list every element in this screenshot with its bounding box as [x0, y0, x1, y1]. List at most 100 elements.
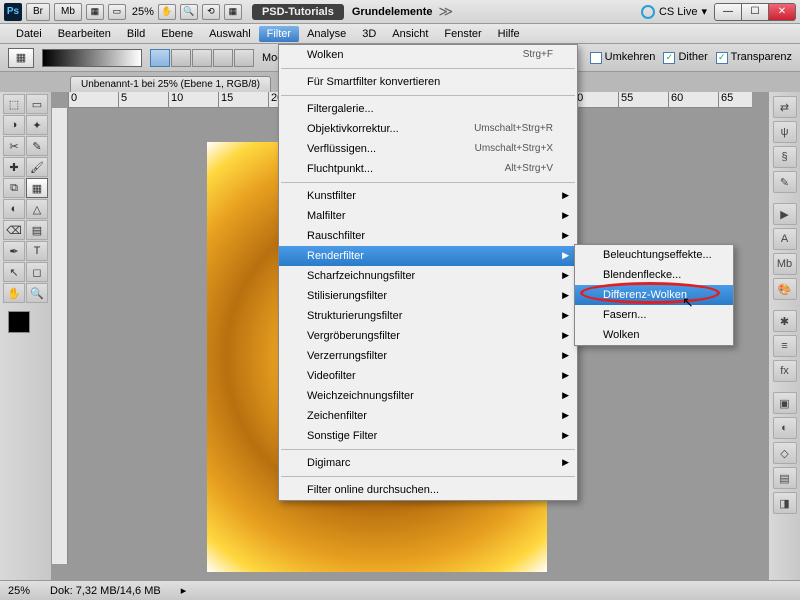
panel-icon-2[interactable]: §	[773, 146, 797, 168]
chevron-icon[interactable]: ≫	[439, 3, 454, 20]
gradient-reflected[interactable]	[213, 49, 233, 67]
menuitem-videofilter[interactable]: Videofilter▶	[279, 366, 577, 386]
menuitem-kunstfilter[interactable]: Kunstfilter▶	[279, 186, 577, 206]
tool-15[interactable]: T	[26, 241, 48, 261]
panel-icon-5[interactable]: A	[773, 228, 797, 250]
menuitem-scharfzeichnungsfilter[interactable]: Scharfzeichnungsfilter▶	[279, 266, 577, 286]
menuitem-weichzeichnungsfilter[interactable]: Weichzeichnungsfilter▶	[279, 386, 577, 406]
menuitem-objektivkorrektur[interactable]: Objektivkorrektur...Umschalt+Strg+R	[279, 119, 577, 139]
menuitem-frsmartfilterkonvertieren[interactable]: Für Smartfilter konvertieren	[279, 72, 577, 92]
zoom-icon[interactable]: 🔍	[180, 4, 198, 20]
tool-5[interactable]: ✎	[26, 136, 48, 156]
submenuitem-fasern[interactable]: Fasern...	[575, 305, 733, 325]
dither-checkbox[interactable]: ✓ Dither	[663, 51, 707, 63]
status-zoom[interactable]: 25%	[8, 585, 30, 597]
color-swatches[interactable]	[8, 311, 44, 347]
panel-icon-9[interactable]: ≡	[773, 335, 797, 357]
tool-12[interactable]: ⌫	[3, 220, 25, 240]
menu-filter[interactable]: Filter	[259, 26, 299, 42]
panel-icon-10[interactable]: fx	[773, 360, 797, 382]
cslive-button[interactable]: CS Live ▾	[641, 5, 707, 19]
menuitem-filteronlinedurchsuchen[interactable]: Filter online durchsuchen...	[279, 480, 577, 500]
tool-19[interactable]: 🔍	[26, 283, 48, 303]
screenmode-icon[interactable]: ▭	[108, 4, 126, 20]
document-tab[interactable]: Unbenannt-1 bei 25% (Ebene 1, RGB/8)	[70, 76, 271, 92]
menu-bearbeiten[interactable]: Bearbeiten	[50, 26, 119, 42]
menu-auswahl[interactable]: Auswahl	[201, 26, 259, 42]
menuitem-rauschfilter[interactable]: Rauschfilter▶	[279, 226, 577, 246]
panel-icon-14[interactable]: ▤	[773, 467, 797, 489]
minibridge-button[interactable]: Mb	[54, 3, 82, 21]
menuitem-filtergalerie[interactable]: Filtergalerie...	[279, 99, 577, 119]
panel-icon-3[interactable]: ✎	[773, 171, 797, 193]
panel-icon-6[interactable]: Mb	[773, 253, 797, 275]
submenuitem-differenzwolken[interactable]: Differenz-Wolken	[575, 285, 733, 305]
menuitem-strukturierungsfilter[interactable]: Strukturierungsfilter▶	[279, 306, 577, 326]
panel-icon-15[interactable]: ◨	[773, 492, 797, 514]
tool-14[interactable]: ✒	[3, 241, 25, 261]
panel-icon-13[interactable]: ◇	[773, 442, 797, 464]
gradient-angle[interactable]	[192, 49, 212, 67]
foreground-swatch[interactable]	[8, 311, 30, 333]
panel-icon-4[interactable]: ▶	[773, 203, 797, 225]
tool-13[interactable]: ▤	[26, 220, 48, 240]
panel-icon-7[interactable]: 🎨	[773, 278, 797, 300]
gradient-linear[interactable]	[150, 49, 170, 67]
hand-icon[interactable]: ✋	[158, 4, 176, 20]
bridge-button[interactable]: Br	[26, 3, 50, 21]
invert-checkbox[interactable]: Umkehren	[590, 51, 656, 63]
menuitem-malfilter[interactable]: Malfilter▶	[279, 206, 577, 226]
submenuitem-wolken[interactable]: Wolken	[575, 325, 733, 345]
tool-3[interactable]: ✦	[26, 115, 48, 135]
tool-9[interactable]: ▦	[26, 178, 48, 198]
menu-3d[interactable]: 3D	[354, 26, 384, 42]
tool-8[interactable]: ⧉	[3, 178, 25, 198]
gradient-preview[interactable]	[42, 49, 142, 67]
tool-17[interactable]: ◻	[26, 262, 48, 282]
tool-11[interactable]: △	[26, 199, 48, 219]
menuitem-wolken[interactable]: WolkenStrg+F	[279, 45, 577, 65]
rotate-icon[interactable]: ⟲	[202, 4, 220, 20]
menuitem-vergrberungsfilter[interactable]: Vergröberungsfilter▶	[279, 326, 577, 346]
menu-hilfe[interactable]: Hilfe	[490, 26, 528, 42]
tool-16[interactable]: ↖	[3, 262, 25, 282]
menuitem-stilisierungsfilter[interactable]: Stilisierungsfilter▶	[279, 286, 577, 306]
menu-bild[interactable]: Bild	[119, 26, 153, 42]
maximize-button[interactable]: ☐	[741, 3, 769, 21]
workspace-tab[interactable]: PSD-Tutorials	[252, 4, 344, 20]
panel-icon-0[interactable]: ⇄	[773, 96, 797, 118]
menuitem-sonstigefilter[interactable]: Sonstige Filter▶	[279, 426, 577, 446]
menuitem-fluchtpunkt[interactable]: Fluchtpunkt...Alt+Strg+V	[279, 159, 577, 179]
menuitem-verzerrungsfilter[interactable]: Verzerrungsfilter▶	[279, 346, 577, 366]
zoom-display[interactable]: 25%	[132, 6, 154, 18]
tool-0[interactable]: ⬚	[3, 94, 25, 114]
menu-fenster[interactable]: Fenster	[436, 26, 489, 42]
tool-4[interactable]: ✂	[3, 136, 25, 156]
panel-icon-1[interactable]: ψ	[773, 121, 797, 143]
tool-10[interactable]: ◐	[3, 199, 25, 219]
menuitem-digimarc[interactable]: Digimarc▶	[279, 453, 577, 473]
arrange-icon[interactable]: ▦	[224, 4, 242, 20]
menu-analyse[interactable]: Analyse	[299, 26, 354, 42]
gradient-diamond[interactable]	[234, 49, 254, 67]
close-button[interactable]: ✕	[768, 3, 796, 21]
current-tool-icon[interactable]: ▦	[8, 48, 34, 68]
menuitem-verflssigen[interactable]: Verflüssigen...Umschalt+Strg+X	[279, 139, 577, 159]
submenuitem-blendenflecke[interactable]: Blendenflecke...	[575, 265, 733, 285]
status-dok[interactable]: Dok: 7,32 MB/14,6 MB	[50, 585, 161, 597]
panel-icon-8[interactable]: ✱	[773, 310, 797, 332]
transparency-checkbox[interactable]: ✓ Transparenz	[716, 51, 792, 63]
tool-18[interactable]: ✋	[3, 283, 25, 303]
menu-ebene[interactable]: Ebene	[153, 26, 201, 42]
tool-7[interactable]: 🖌	[26, 157, 48, 177]
menu-ansicht[interactable]: Ansicht	[384, 26, 436, 42]
submenuitem-beleuchtungseffekte[interactable]: Beleuchtungseffekte...	[575, 245, 733, 265]
panel-icon-12[interactable]: ◐	[773, 417, 797, 439]
menu-datei[interactable]: Datei	[8, 26, 50, 42]
gradient-radial[interactable]	[171, 49, 191, 67]
minimize-button[interactable]: —	[714, 3, 742, 21]
panel-icon-11[interactable]: ▣	[773, 392, 797, 414]
menuitem-renderfilter[interactable]: Renderfilter▶	[279, 246, 577, 266]
tool-2[interactable]: ◑	[3, 115, 25, 135]
tool-6[interactable]: ✚	[3, 157, 25, 177]
